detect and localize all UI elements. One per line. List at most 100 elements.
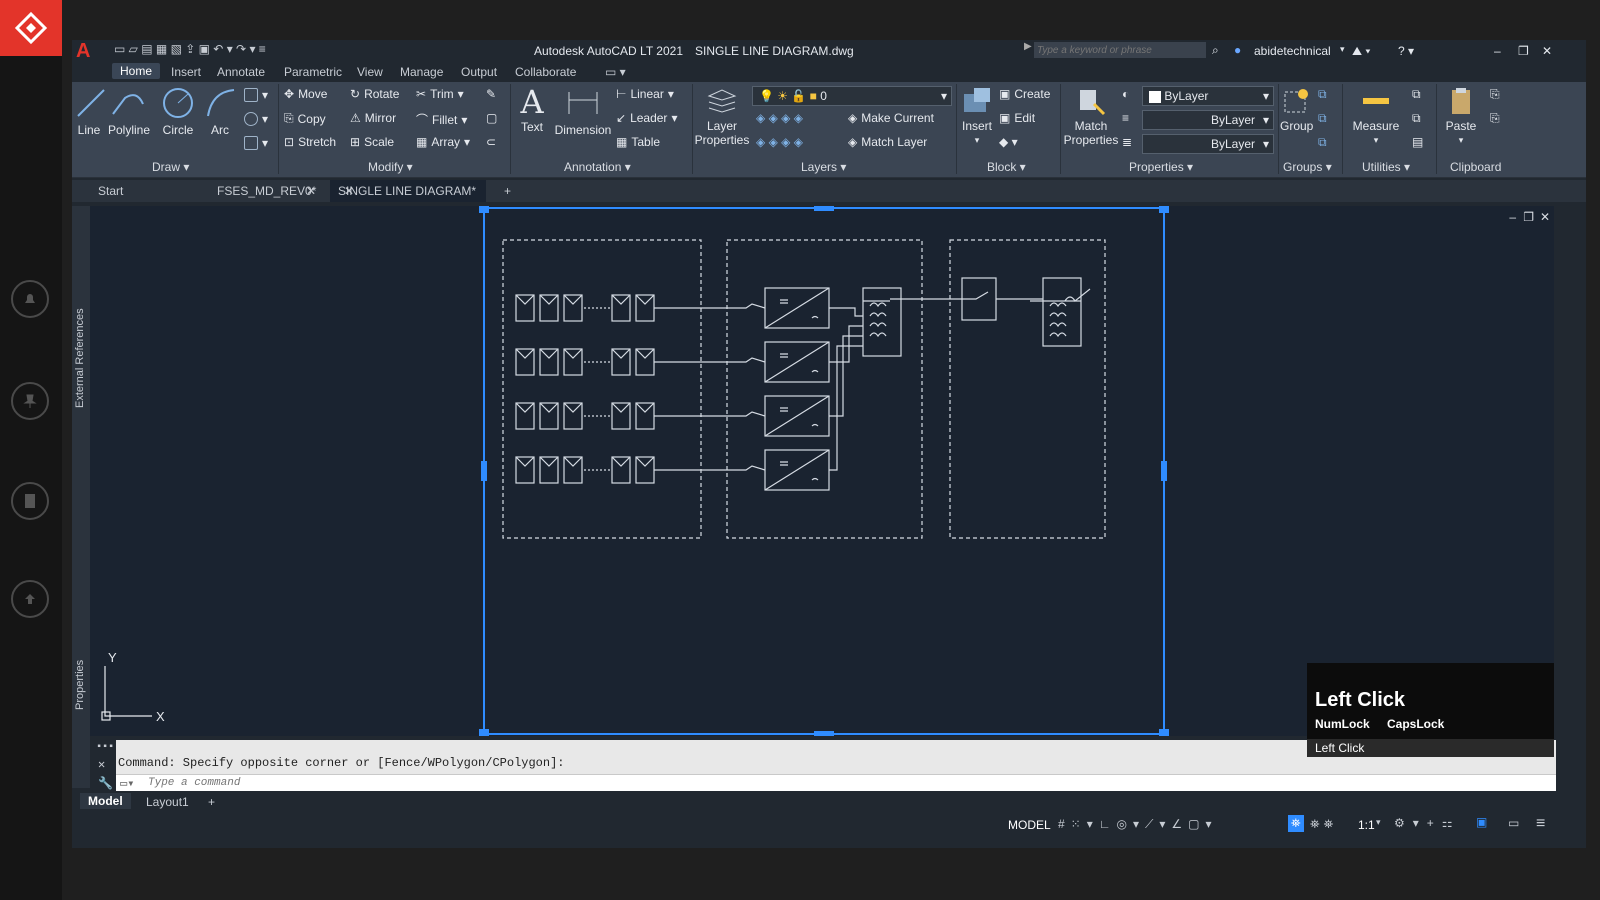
command-grip-icon[interactable]: ▪▪▪	[96, 742, 114, 753]
quick-access-toolbar-icons[interactable]: ▭ ▱ ▤ ▦ ▧ ⇪ ▣ ↶ ▾ ↷ ▾ ≡	[114, 42, 266, 56]
copy-clip-icon[interactable]: ⎘	[1490, 111, 1500, 126]
tab-manage[interactable]: Manage	[400, 65, 443, 79]
linetype-dropdown[interactable]: ByLayer ▾	[1142, 134, 1274, 154]
tab-view[interactable]: View	[357, 65, 383, 79]
clipboard-panel-title[interactable]: Clipboard	[1450, 160, 1501, 174]
calculator-icon[interactable]: ▤	[1412, 135, 1423, 149]
new-tab-icon[interactable]: +	[504, 184, 511, 198]
insert-button[interactable]: Insert ▾	[960, 86, 994, 147]
command-input[interactable]	[148, 776, 748, 790]
search-icon[interactable]: ⌕	[1212, 43, 1219, 58]
bell-icon[interactable]	[11, 280, 49, 318]
tab-output[interactable]: Output	[461, 65, 497, 79]
layer-tools-row2-icons[interactable]: ◈ ◈ ◈ ◈	[756, 135, 803, 149]
hatch-icon[interactable]: ▾	[244, 136, 268, 150]
layer-tools-row1-icons[interactable]: ◈ ◈ ◈ ◈	[756, 111, 803, 125]
tab-fses-md-rev0[interactable]: FSES_MD_REV0*	[217, 184, 316, 198]
ellipse-icon[interactable]: ▾	[244, 112, 268, 126]
close-tab-icon[interactable]: ✕	[344, 184, 354, 198]
mirror-button[interactable]: ⚠ Mirror	[350, 111, 396, 125]
scale-dropdown-icon[interactable]: ▾	[1376, 817, 1381, 828]
polyline-button[interactable]: Polyline	[108, 86, 150, 137]
match-layer-button[interactable]: ◈ Match Layer	[848, 135, 927, 149]
arc-button[interactable]: Arc	[204, 86, 236, 137]
model-space-button[interactable]: MODEL	[1008, 818, 1051, 832]
group-edit-icon[interactable]: ⧉	[1318, 111, 1327, 126]
tab-annotate[interactable]: Annotate	[217, 65, 265, 79]
tab-model[interactable]: Model	[80, 793, 131, 809]
annotation-tools-icons[interactable]: ⛯⛯	[1310, 817, 1337, 832]
clean-screen-icon[interactable]: ▭	[1508, 816, 1519, 830]
group-button[interactable]: Group	[1280, 86, 1313, 133]
array-button[interactable]: ▦ Array ▾	[416, 135, 470, 149]
user-menu-chevron-icon[interactable]: ▾	[1340, 44, 1345, 55]
status-tools-icons[interactable]: ⚙▾+⚏	[1394, 816, 1461, 830]
quick-select-icon[interactable]: ⧉	[1412, 87, 1421, 102]
customization-menu-icon[interactable]: ≡	[1536, 815, 1545, 833]
pencil-icon[interactable]: ✎	[486, 87, 496, 101]
tab-home[interactable]: Home	[112, 63, 161, 79]
close-tab-icon[interactable]: ✕	[306, 184, 316, 198]
offset-icon[interactable]: ⊂	[486, 135, 496, 149]
color-wheel-icon[interactable]: ◐	[1122, 87, 1129, 101]
make-current-button[interactable]: ◈ Make Current	[848, 111, 934, 125]
properties-palette[interactable]: Properties	[74, 660, 86, 710]
trim-button[interactable]: ✂ Trim ▾	[416, 87, 464, 101]
tab-layout1[interactable]: Layout1	[146, 795, 189, 809]
copy-button[interactable]: ⎘ Copy	[284, 111, 326, 126]
restore-icon[interactable]: ❐	[1518, 44, 1529, 58]
document-icon[interactable]	[11, 482, 49, 520]
block-attributes-icon[interactable]: ◆ ▾	[999, 135, 1018, 149]
pin-icon[interactable]	[11, 382, 49, 420]
grid-snap-icons[interactable]: #⁙▾∟◎▾⟋▾∠▢▾	[1058, 817, 1218, 832]
rectangle-icon[interactable]: ▾	[244, 88, 268, 102]
leader-button[interactable]: ↙ Leader ▾	[616, 111, 677, 125]
measure-button[interactable]: Measure ▾	[1348, 86, 1404, 147]
autodesk-a360-icon[interactable]: ⛰ ▾	[1352, 44, 1370, 59]
command-line[interactable]: ▭▾	[116, 774, 1556, 791]
fillet-button[interactable]: ⌒ Fillet ▾	[416, 111, 467, 128]
layer-dropdown[interactable]: 💡 ☀ 🔓 ■ 0 ▾	[752, 86, 952, 106]
create-block-button[interactable]: ▣ Create	[999, 87, 1050, 101]
table-button[interactable]: ▦ Table	[616, 135, 660, 149]
rotate-button[interactable]: ↻ Rotate	[350, 87, 399, 101]
groups-panel-title[interactable]: Groups ▾	[1283, 160, 1332, 174]
customize-wrench-icon[interactable]: 🔧	[98, 776, 113, 791]
layer-properties-button[interactable]: Layer Properties	[694, 86, 750, 147]
edit-block-button[interactable]: ▣ Edit	[999, 111, 1035, 125]
scale-button[interactable]: ⊞ Scale	[350, 135, 394, 149]
external-references-palette[interactable]: External References	[74, 308, 86, 408]
explode-icon[interactable]: ▢	[486, 111, 497, 125]
modify-panel-title[interactable]: Modify ▾	[368, 160, 413, 174]
search-input[interactable]	[1034, 42, 1206, 58]
tab-insert[interactable]: Insert	[171, 65, 201, 79]
cut-icon[interactable]: ⎘	[1490, 87, 1500, 102]
move-button[interactable]: ✥ Move	[284, 87, 327, 101]
circle-button[interactable]: Circle	[160, 86, 196, 137]
match-properties-button[interactable]: Match Properties	[1062, 86, 1120, 147]
isolate-objects-icon[interactable]: ▣	[1476, 815, 1487, 829]
select-all-icon[interactable]: ⧉	[1412, 111, 1421, 126]
ungroup-icon[interactable]: ⧉	[1318, 87, 1327, 102]
annotation-panel-title[interactable]: Annotation ▾	[564, 160, 631, 174]
user-name[interactable]: abidetechnical	[1254, 44, 1331, 58]
user-icon[interactable]: ●	[1234, 43, 1241, 57]
single-line-diagram[interactable]: Y X	[90, 206, 1554, 736]
lineweight-icon[interactable]: ≡	[1122, 111, 1129, 125]
tab-collaborate[interactable]: Collaborate	[515, 65, 576, 79]
paste-button[interactable]: Paste ▾	[1442, 86, 1480, 147]
autocad-logo-icon[interactable]: A	[76, 40, 90, 63]
workspace-toggle-icon[interactable]: ▭ ▾	[605, 65, 626, 79]
block-panel-title[interactable]: Block ▾	[987, 160, 1026, 174]
linetype-icon[interactable]: ≣	[1122, 135, 1132, 149]
layers-panel-title[interactable]: Layers ▾	[801, 160, 846, 174]
group-select-icon[interactable]: ⧉	[1318, 135, 1327, 150]
minimize-icon[interactable]: –	[1494, 44, 1501, 58]
tab-start[interactable]: Start	[98, 184, 123, 198]
draw-panel-title[interactable]: Draw ▾	[152, 160, 189, 174]
close-icon[interactable]: ✕	[1542, 44, 1552, 58]
add-layout-icon[interactable]: +	[208, 795, 215, 809]
command-close-icon[interactable]: ✕	[98, 757, 105, 772]
dimension-button[interactable]: Dimension	[554, 86, 612, 137]
linear-button[interactable]: ⊢ Linear ▾	[616, 87, 674, 101]
